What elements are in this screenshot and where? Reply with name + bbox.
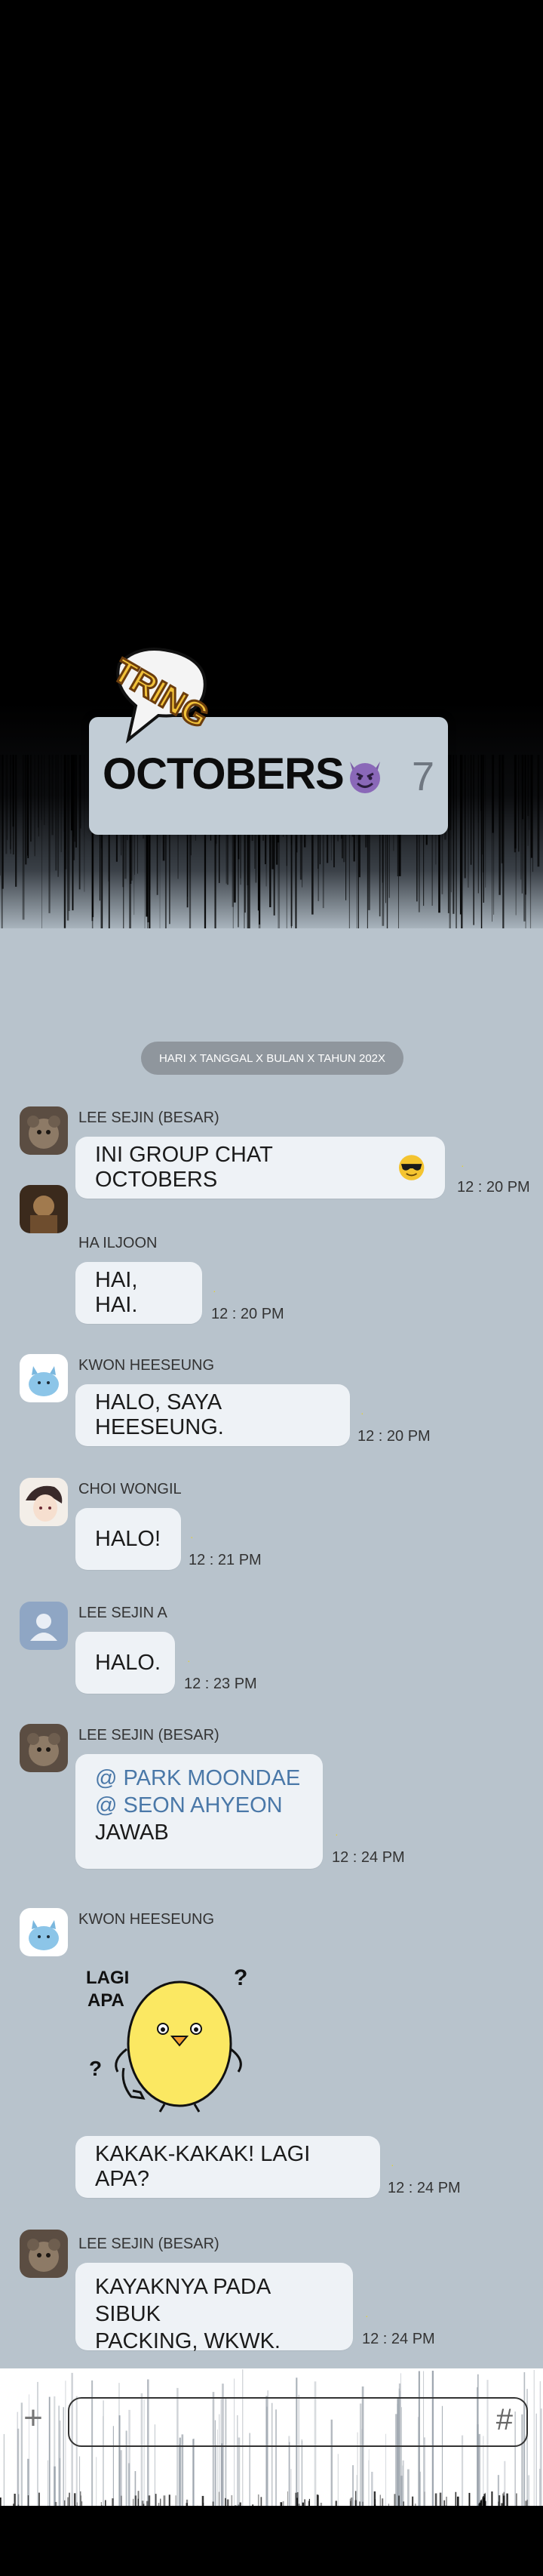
- message-text: JAWAB: [95, 1820, 169, 1845]
- tring-sound-effect: TRING: [106, 648, 216, 744]
- default-user-icon: [30, 1614, 57, 1641]
- avatar-choi-wongil[interactable]: [20, 1478, 68, 1526]
- avatar-ha-iljoon[interactable]: [20, 1185, 68, 1233]
- smiling-devil-icon: [345, 755, 385, 794]
- sender-name: LEE SEJIN (BESAR): [78, 2236, 219, 2252]
- message-bubble[interactable]: HALO!: [75, 1508, 181, 1570]
- add-attachment-button[interactable]: +: [17, 2402, 50, 2436]
- message-time: 12 : 20 PM: [357, 1428, 431, 1445]
- message-time: 12 : 20 PM: [211, 1306, 284, 1322]
- speed-lines-decoration: [0, 2491, 528, 2521]
- sender-name: KWON HEESEUNG: [78, 1357, 215, 1374]
- message-text: HALO.: [95, 1650, 161, 1675]
- hashtag-button[interactable]: #: [496, 2403, 513, 2437]
- sender-name: LEE SEJIN A: [78, 1605, 167, 1621]
- chick-sticker[interactable]: LAGI APA ? ?: [75, 1955, 264, 2113]
- message-input[interactable]: #: [68, 2397, 528, 2447]
- avatar-lee-sejin-besar[interactable]: [20, 1106, 68, 1155]
- svg-text:?: ?: [89, 2057, 102, 2080]
- sticker-text-line-2: APA: [87, 1990, 124, 2011]
- message-time: 12 : 24 PM: [362, 2331, 435, 2347]
- svg-text:?: ?: [234, 1965, 247, 1990]
- chat-title-text: OCTOBERS: [103, 749, 345, 799]
- avatar-kwon-heeseung[interactable]: [20, 1354, 68, 1402]
- message-bubble[interactable]: HAI, HAI.: [75, 1262, 202, 1324]
- sender-name: LEE SEJIN (BESAR): [78, 1727, 219, 1743]
- avatar-kwon-heeseung[interactable]: [20, 1908, 68, 1956]
- read-indicator: ·: [190, 1531, 194, 1543]
- message-text: HAI, HAI.: [95, 1268, 138, 1317]
- read-indicator: ·: [461, 1159, 465, 1171]
- message-time: 12 : 24 PM: [388, 2180, 461, 2196]
- message-bubble[interactable]: @ PARK MOONDAE @ SEON AHYEON JAWAB: [75, 1754, 323, 1869]
- message-text: HALO, SAYA HEESEUNG.: [95, 1390, 224, 1439]
- read-indicator: ·: [213, 1285, 216, 1297]
- avatar-lee-sejin-a[interactable]: [20, 1602, 68, 1650]
- message-time: 12 : 21 PM: [189, 1552, 262, 1568]
- message-bubble[interactable]: HALO.: [75, 1632, 175, 1694]
- message-time: 12 : 20 PM: [457, 1179, 530, 1196]
- message-bubble[interactable]: HALO, SAYA HEESEUNG.: [75, 1384, 350, 1446]
- read-indicator: ·: [187, 1654, 191, 1667]
- date-divider: HARI X TANGGAL X BULAN X TAHUN 202X: [141, 1042, 403, 1075]
- message-time: 12 : 24 PM: [332, 1849, 405, 1866]
- message-text: KAKAK-KAKAK! LAGI APA?: [95, 2142, 311, 2191]
- message-text-line-1: KAYAKNYA PADA SIBUK: [95, 2275, 270, 2326]
- message-bubble[interactable]: INI GROUP CHAT OCTOBERS: [75, 1137, 445, 1199]
- message-bubble[interactable]: KAKAK-KAKAK! LAGI APA?: [75, 2136, 380, 2198]
- sticker-text-line-1: LAGI: [86, 1968, 129, 1988]
- read-indicator: ·: [391, 2159, 394, 2171]
- message-text: HALO!: [95, 1526, 161, 1551]
- read-indicator: ·: [365, 2310, 369, 2322]
- message-text: INI GROUP CHAT OCTOBERS: [95, 1143, 273, 1192]
- member-count: 7: [411, 754, 434, 799]
- chat-title: OCTOBERS: [103, 749, 385, 799]
- sender-name: CHOI WONGIL: [78, 1481, 182, 1497]
- avatar-lee-sejin-besar[interactable]: [20, 2230, 68, 2278]
- sunglasses-icon: [398, 1155, 425, 1180]
- message-bubble[interactable]: KAYAKNYA PADA SIBUK PACKING, WKWK.: [75, 2263, 353, 2353]
- read-indicator: ·: [335, 1828, 339, 1840]
- mention-seon-ahyeon[interactable]: @ SEON AHYEON: [95, 1792, 303, 1819]
- avatar-lee-sejin-besar[interactable]: [20, 1724, 68, 1772]
- sender-name: HA ILJOON: [78, 1235, 158, 1251]
- message-text-line-2: PACKING, WKWK.: [95, 2329, 281, 2353]
- sender-name: LEE SEJIN (BESAR): [78, 1109, 219, 1126]
- message-time: 12 : 23 PM: [184, 1676, 257, 1692]
- read-indicator: ·: [360, 1407, 364, 1419]
- sender-name: KWON HEESEUNG: [78, 1911, 215, 1928]
- mention-park-moondae[interactable]: @ PARK MOONDAE: [95, 1765, 303, 1792]
